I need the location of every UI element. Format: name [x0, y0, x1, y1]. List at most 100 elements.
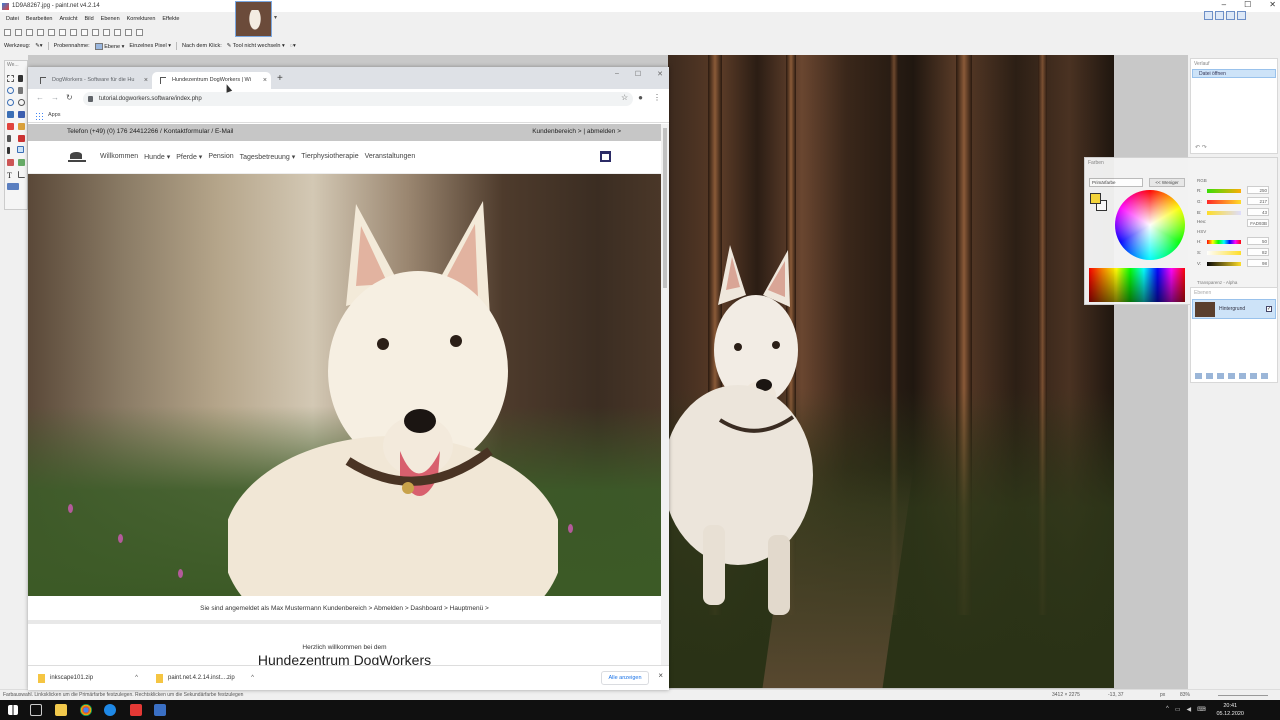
- clock[interactable]: 20:41 05.12.2020: [1216, 702, 1244, 718]
- green-input[interactable]: 217: [1247, 197, 1269, 205]
- paintnet-taskbar-icon[interactable]: [154, 704, 166, 716]
- shapes-icon[interactable]: [7, 183, 19, 190]
- value-input[interactable]: 98: [1247, 259, 1269, 267]
- minimize-icon[interactable]: –: [615, 70, 619, 78]
- undo-icon[interactable]: [103, 28, 110, 36]
- sampling-pixel-select[interactable]: Einzelnes Pixel ▾: [129, 43, 171, 49]
- hue-input[interactable]: 50: [1247, 237, 1269, 245]
- lasso-select-icon[interactable]: [7, 87, 14, 94]
- page-scrollbar[interactable]: [661, 124, 669, 665]
- nav-veranstaltungen[interactable]: Veranstaltungen: [365, 153, 416, 161]
- pencil-icon[interactable]: [7, 147, 10, 154]
- scrollbar-thumb[interactable]: [663, 128, 667, 288]
- apps-grid-icon[interactable]: [35, 112, 43, 120]
- gradient-icon[interactable]: [18, 123, 25, 130]
- rectangle-select-icon[interactable]: [7, 75, 14, 82]
- close-tab-icon[interactable]: ×: [263, 72, 267, 89]
- apps-bookmark[interactable]: Apps: [48, 112, 61, 118]
- chevron-up-icon[interactable]: ^: [135, 672, 138, 685]
- text-icon[interactable]: T: [7, 171, 14, 180]
- ruler-icon[interactable]: [136, 28, 143, 36]
- maximize-icon[interactable]: ☐: [635, 70, 641, 78]
- chrome-icon[interactable]: [80, 704, 92, 716]
- network-icon[interactable]: ▭: [1175, 706, 1181, 713]
- clone-stamp-icon[interactable]: [7, 159, 14, 166]
- paint-bucket-icon[interactable]: [7, 123, 14, 130]
- menu-datei[interactable]: Datei: [6, 16, 19, 22]
- keyboard-icon[interactable]: ⌨: [1197, 706, 1206, 713]
- move-layer-down-icon[interactable]: [1250, 373, 1257, 379]
- cut-icon[interactable]: [48, 28, 55, 36]
- add-layer-icon[interactable]: [1195, 373, 1202, 379]
- download-item[interactable]: paint.net.4.2.14.inst....zip ^: [154, 672, 254, 685]
- history-palette-toggle-icon[interactable]: [1215, 11, 1224, 20]
- menu-ebenen[interactable]: Ebenen: [101, 16, 120, 22]
- menu-ansicht[interactable]: Ansicht: [59, 16, 77, 22]
- show-all-downloads-button[interactable]: Alle anzeigen: [601, 671, 649, 685]
- forward-icon[interactable]: →: [51, 93, 59, 102]
- task-view-icon[interactable]: [30, 704, 42, 716]
- primary-color-select[interactable]: Primärfarbe: [1089, 178, 1143, 187]
- line-curve-icon[interactable]: [18, 171, 25, 178]
- close-tab-icon[interactable]: ×: [144, 72, 148, 89]
- browser-tab-hundezentrum[interactable]: Hundezentrum DogWorkers | Wi ×: [152, 72, 271, 89]
- sampling-layer-select[interactable]: Ebene ▾: [94, 42, 124, 50]
- nav-tierphysiotherapie[interactable]: Tierphysiotherapie: [301, 153, 358, 161]
- print-icon[interactable]: [37, 28, 44, 36]
- red-slider[interactable]: [1207, 189, 1241, 193]
- download-item[interactable]: inkscape101.zip ^: [36, 672, 138, 685]
- saturation-slider[interactable]: [1207, 251, 1241, 255]
- account-links[interactable]: Kundenbereich > | abmelden >: [532, 128, 621, 135]
- app-icon[interactable]: [130, 704, 142, 716]
- color-picker-icon[interactable]: [17, 146, 24, 153]
- layer-properties-icon[interactable]: [1261, 373, 1268, 379]
- address-bar[interactable]: tutorial.dogworkers.software/index.php: [83, 92, 633, 106]
- nav-willkommen[interactable]: Willkommen: [100, 153, 138, 161]
- start-icon[interactable]: [8, 705, 18, 715]
- color-palette[interactable]: [1089, 268, 1185, 302]
- layer-visibility-checkbox[interactable]: ✓: [1266, 306, 1272, 312]
- menu-effekte[interactable]: Effekte: [162, 16, 179, 22]
- redo-icon[interactable]: [114, 28, 121, 36]
- nav-hunde[interactable]: Hunde ▾: [144, 153, 170, 161]
- profile-icon[interactable]: ●: [638, 93, 643, 102]
- calendar-icon[interactable]: [600, 151, 611, 162]
- chevron-down-icon[interactable]: ▾: [274, 14, 277, 21]
- eraser-icon[interactable]: [18, 135, 25, 142]
- edge-icon[interactable]: [104, 704, 116, 716]
- minimize-icon[interactable]: –: [1222, 0, 1226, 9]
- ellipse-select-icon[interactable]: [7, 99, 14, 106]
- history-item-open[interactable]: Datei öffnen: [1192, 69, 1276, 78]
- duplicate-layer-icon[interactable]: [1217, 373, 1224, 379]
- menu-dots-icon[interactable]: ⋮: [653, 93, 661, 102]
- paintbrush-icon[interactable]: [7, 135, 11, 142]
- file-explorer-icon[interactable]: [55, 704, 67, 716]
- zoom-icon[interactable]: [18, 99, 25, 106]
- close-icon[interactable]: ✕: [1269, 0, 1276, 9]
- contact-links[interactable]: Telefon (+49) (0) 176 24412266 / Kontakt…: [67, 128, 233, 135]
- close-downloads-icon[interactable]: ×: [658, 671, 663, 680]
- layers-palette-toggle-icon[interactable]: [1226, 11, 1235, 20]
- pan-icon[interactable]: [18, 111, 25, 118]
- grid-icon[interactable]: [125, 28, 132, 36]
- open-file-icon[interactable]: [15, 28, 22, 36]
- color-wheel[interactable]: [1115, 190, 1185, 260]
- nav-tagesbetreuung[interactable]: Tagesbetreuung ▾: [240, 153, 296, 161]
- menu-bearbeiten[interactable]: Bearbeiten: [26, 16, 53, 22]
- after-click-select[interactable]: ✎ Tool nicht wechseln ▾: [227, 43, 285, 49]
- new-tab-button[interactable]: +: [277, 73, 283, 84]
- blend-mode-icon[interactable]: ◌▾: [290, 43, 296, 49]
- red-input[interactable]: 250: [1247, 186, 1269, 194]
- move-selection-icon[interactable]: [18, 75, 23, 82]
- layer-row-background[interactable]: Hintergrund ✓: [1192, 299, 1276, 319]
- site-logo[interactable]: [68, 152, 86, 162]
- colors-palette-toggle-icon[interactable]: [1237, 11, 1246, 20]
- image-tab-thumbnail[interactable]: [235, 1, 272, 37]
- bookmark-star-icon[interactable]: ☆: [621, 93, 628, 102]
- undo-redo-icons[interactable]: ↶ ↷: [1195, 144, 1207, 151]
- back-icon[interactable]: ←: [36, 93, 44, 102]
- canvas-image[interactable]: [668, 55, 1114, 688]
- merge-layer-icon[interactable]: [1228, 373, 1235, 379]
- menu-korrekturen[interactable]: Korrekturen: [127, 16, 156, 22]
- menu-bild[interactable]: Bild: [85, 16, 94, 22]
